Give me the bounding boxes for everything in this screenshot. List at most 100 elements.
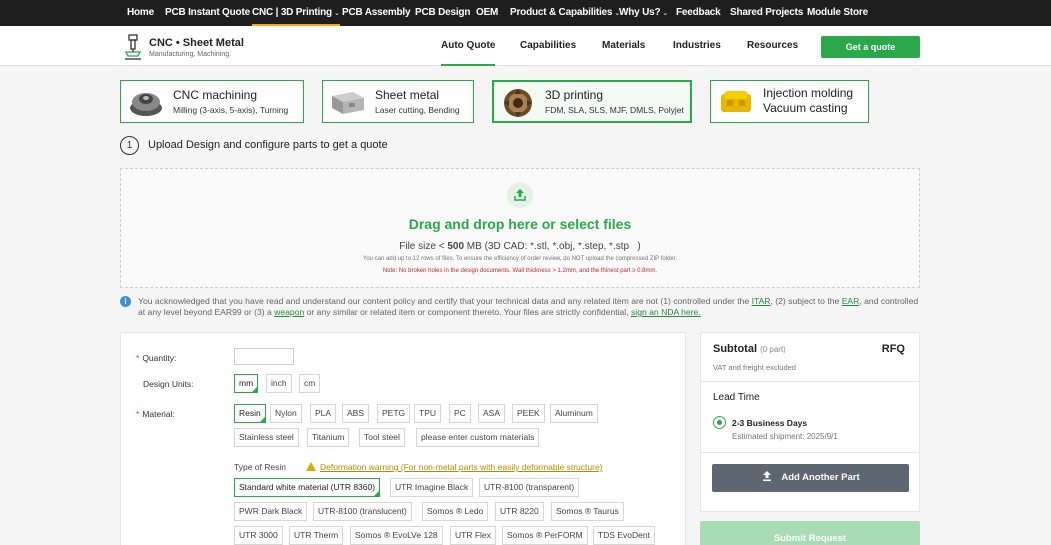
resin-somos-evolve-128[interactable]: Somos ® EvoLVe 128 <box>350 526 443 545</box>
weapon-link[interactable]: weapon <box>274 307 304 317</box>
resin-type-label: Type of Resin <box>234 462 286 472</box>
upload-title[interactable]: Drag and drop here or select files <box>121 216 919 232</box>
policy-text-2: , (2) subject to the <box>770 296 842 306</box>
button-label: Add Another Part <box>781 472 860 483</box>
material-aluminum[interactable]: Aluminum <box>550 404 598 423</box>
milling-tool-icon <box>124 34 142 60</box>
nav-label: PCB Instant Quote <box>165 7 250 18</box>
process-card-cnc-machining[interactable]: CNC machining Milling (3-axis, 5-axis), … <box>120 80 304 123</box>
estimated-shipment: Estimated shipment: 2025/9/1 <box>732 432 838 441</box>
brand-logo[interactable]: CNC • Sheet Metal Manufacturing, Machini… <box>124 34 254 60</box>
nav-cnc-3d-printing[interactable]: CNC | 3D Printing ⌄ <box>252 0 340 26</box>
material-petg[interactable]: PETG <box>377 404 411 423</box>
file-drop-zone[interactable]: Drag and drop here or select files File … <box>120 168 920 288</box>
lead-time-option[interactable]: 2-3 Business Days <box>732 418 807 428</box>
nav-feedback[interactable]: Feedback <box>676 0 721 26</box>
warning-text: Deformation warning (For non-metal parts… <box>320 462 603 472</box>
itar-link[interactable]: ITAR <box>752 296 771 306</box>
resin-somos-ledo[interactable]: Somos ® Ledo <box>422 502 489 521</box>
process-title: Sheet metal <box>375 88 440 102</box>
size-value: 500 <box>447 241 465 252</box>
nav-oem[interactable]: OEM <box>476 0 498 26</box>
tab-capabilities[interactable]: Capabilities <box>520 26 576 66</box>
nda-link[interactable]: sign an NDA here. <box>631 307 701 317</box>
resin-utr-8100-translucent[interactable]: UTR-8100 (translucent) <box>313 502 412 521</box>
policy-text-4: or any similar or related item or compon… <box>304 307 631 317</box>
resin-tds-evodent[interactable]: TDS EvoDent <box>593 526 655 545</box>
upload-icon[interactable] <box>507 182 533 208</box>
material-pc[interactable]: PC <box>449 404 471 423</box>
lead-time-radio[interactable] <box>713 416 726 429</box>
deformation-warning-link[interactable]: Deformation warning (For non-metal parts… <box>306 462 603 472</box>
material-tpu[interactable]: TPU <box>414 404 441 423</box>
nav-pcb-assembly[interactable]: PCB Assembly <box>342 0 411 26</box>
upload-icon <box>763 471 772 481</box>
secondary-navigation-bar: CNC • Sheet Metal Manufacturing, Machini… <box>0 26 1051 66</box>
nav-module-store[interactable]: Module Store <box>807 0 868 26</box>
material-abs[interactable]: ABS <box>342 404 370 423</box>
add-another-part-button[interactable]: Add Another Part <box>712 464 909 492</box>
chevron-down-icon: ⌄ <box>662 10 669 17</box>
material-asa[interactable]: ASA <box>478 404 506 423</box>
custom-material-option[interactable]: please enter custom materials <box>416 428 540 447</box>
resin-utr-3000[interactable]: UTR 3000 <box>234 526 283 545</box>
tab-resources[interactable]: Resources <box>747 26 798 66</box>
subtotal-value: RFQ <box>881 343 905 355</box>
quantity-input[interactable] <box>234 348 294 365</box>
logo-title: CNC • Sheet Metal <box>149 37 244 49</box>
policy-text-1: You acknowledged that you have read and … <box>138 296 752 306</box>
subtotal-panel: Subtotal (0 part) RFQ VAT and freight ex… <box>700 332 920 512</box>
file-size-info: File size < 500 MB (3D CAD: *.stl, *.obj… <box>121 241 919 252</box>
resin-utr-therm[interactable]: UTR Therm <box>289 526 344 545</box>
process-card-sheet-metal[interactable]: Sheet metal Laser cutting, Bending <box>322 80 474 123</box>
chevron-down-icon: ⌄ <box>333 10 340 17</box>
unit-inch[interactable]: inch <box>266 374 292 393</box>
resin-standard-white[interactable]: Standard white material (UTR 8360) <box>234 478 381 497</box>
material-stainless-steel[interactable]: Stainless steel <box>234 428 299 447</box>
resin-utr-8100-transparent[interactable]: UTR-8100 (transparent) <box>479 478 580 497</box>
step-number: 1 <box>120 136 139 155</box>
resin-utr-flex[interactable]: UTR Flex <box>450 526 496 545</box>
label-text: Quantity: <box>142 353 177 363</box>
nav-label: CNC | 3D Printing <box>252 7 332 18</box>
nav-pcb-instant-quote[interactable]: PCB Instant Quote <box>165 0 250 26</box>
tab-industries[interactable]: Industries <box>673 26 721 66</box>
resin-utr-8220[interactable]: UTR 8220 <box>495 502 544 521</box>
nav-why-us[interactable]: Why Us? ⌄ <box>619 0 668 26</box>
material-resin[interactable]: Resin <box>234 404 266 423</box>
process-card-3d-printing[interactable]: 3D printing FDM, SLA, SLS, MJF, DMLS, Po… <box>492 80 692 123</box>
part-configuration-panel: * Quantity: Design Units: mm inch cm * Mat… <box>120 332 686 545</box>
material-pla[interactable]: PLA <box>310 404 337 423</box>
nav-product-capabilities[interactable]: Product & Capabilities ⌄ <box>510 0 620 26</box>
nav-label: Why Us? <box>619 7 661 18</box>
logo-subtitle: Manufacturing, Machining. <box>149 51 232 58</box>
vat-note: VAT and freight excluded <box>713 363 796 372</box>
3d-printed-part-icon <box>504 89 532 117</box>
material-nylon[interactable]: Nylon <box>270 404 302 423</box>
nav-shared-projects[interactable]: Shared Projects <box>730 0 803 26</box>
material-titanium[interactable]: Titanium <box>307 428 350 447</box>
material-peek[interactable]: PEEK <box>512 404 545 423</box>
submit-request-button[interactable]: Submit Request <box>700 521 920 545</box>
ear-link[interactable]: EAR <box>842 296 860 306</box>
nav-label: Feedback <box>676 7 721 18</box>
get-a-quote-button[interactable]: Get a quote <box>821 36 920 58</box>
process-title: Injection molding <box>763 86 854 100</box>
resin-somos-taurus[interactable]: Somos ® Taurus <box>551 502 624 521</box>
resin-pwr-dark-black[interactable]: PWR Dark Black <box>234 502 308 521</box>
info-icon: i <box>120 296 131 307</box>
resin-utr-imagine-black[interactable]: UTR Imagine Black <box>390 478 474 497</box>
tab-materials[interactable]: Materials <box>602 26 645 66</box>
unit-mm[interactable]: mm <box>234 374 259 393</box>
cnc-part-icon <box>130 93 162 116</box>
warning-icon <box>306 462 316 471</box>
process-card-injection-molding[interactable]: Injection molding Vacuum casting <box>710 80 869 123</box>
nav-home[interactable]: Home <box>127 0 154 26</box>
unit-cm[interactable]: cm <box>299 374 321 393</box>
tab-auto-quote[interactable]: Auto Quote <box>441 26 496 66</box>
material-tool-steel[interactable]: Tool steel <box>359 428 405 447</box>
nav-label: Home <box>127 7 154 18</box>
resin-somos-perform[interactable]: Somos ® PerFORM <box>502 526 588 545</box>
process-subtitle: FDM, SLA, SLS, MJF, DMLS, Polyjet <box>545 105 684 115</box>
nav-pcb-design[interactable]: PCB Design <box>415 0 470 26</box>
